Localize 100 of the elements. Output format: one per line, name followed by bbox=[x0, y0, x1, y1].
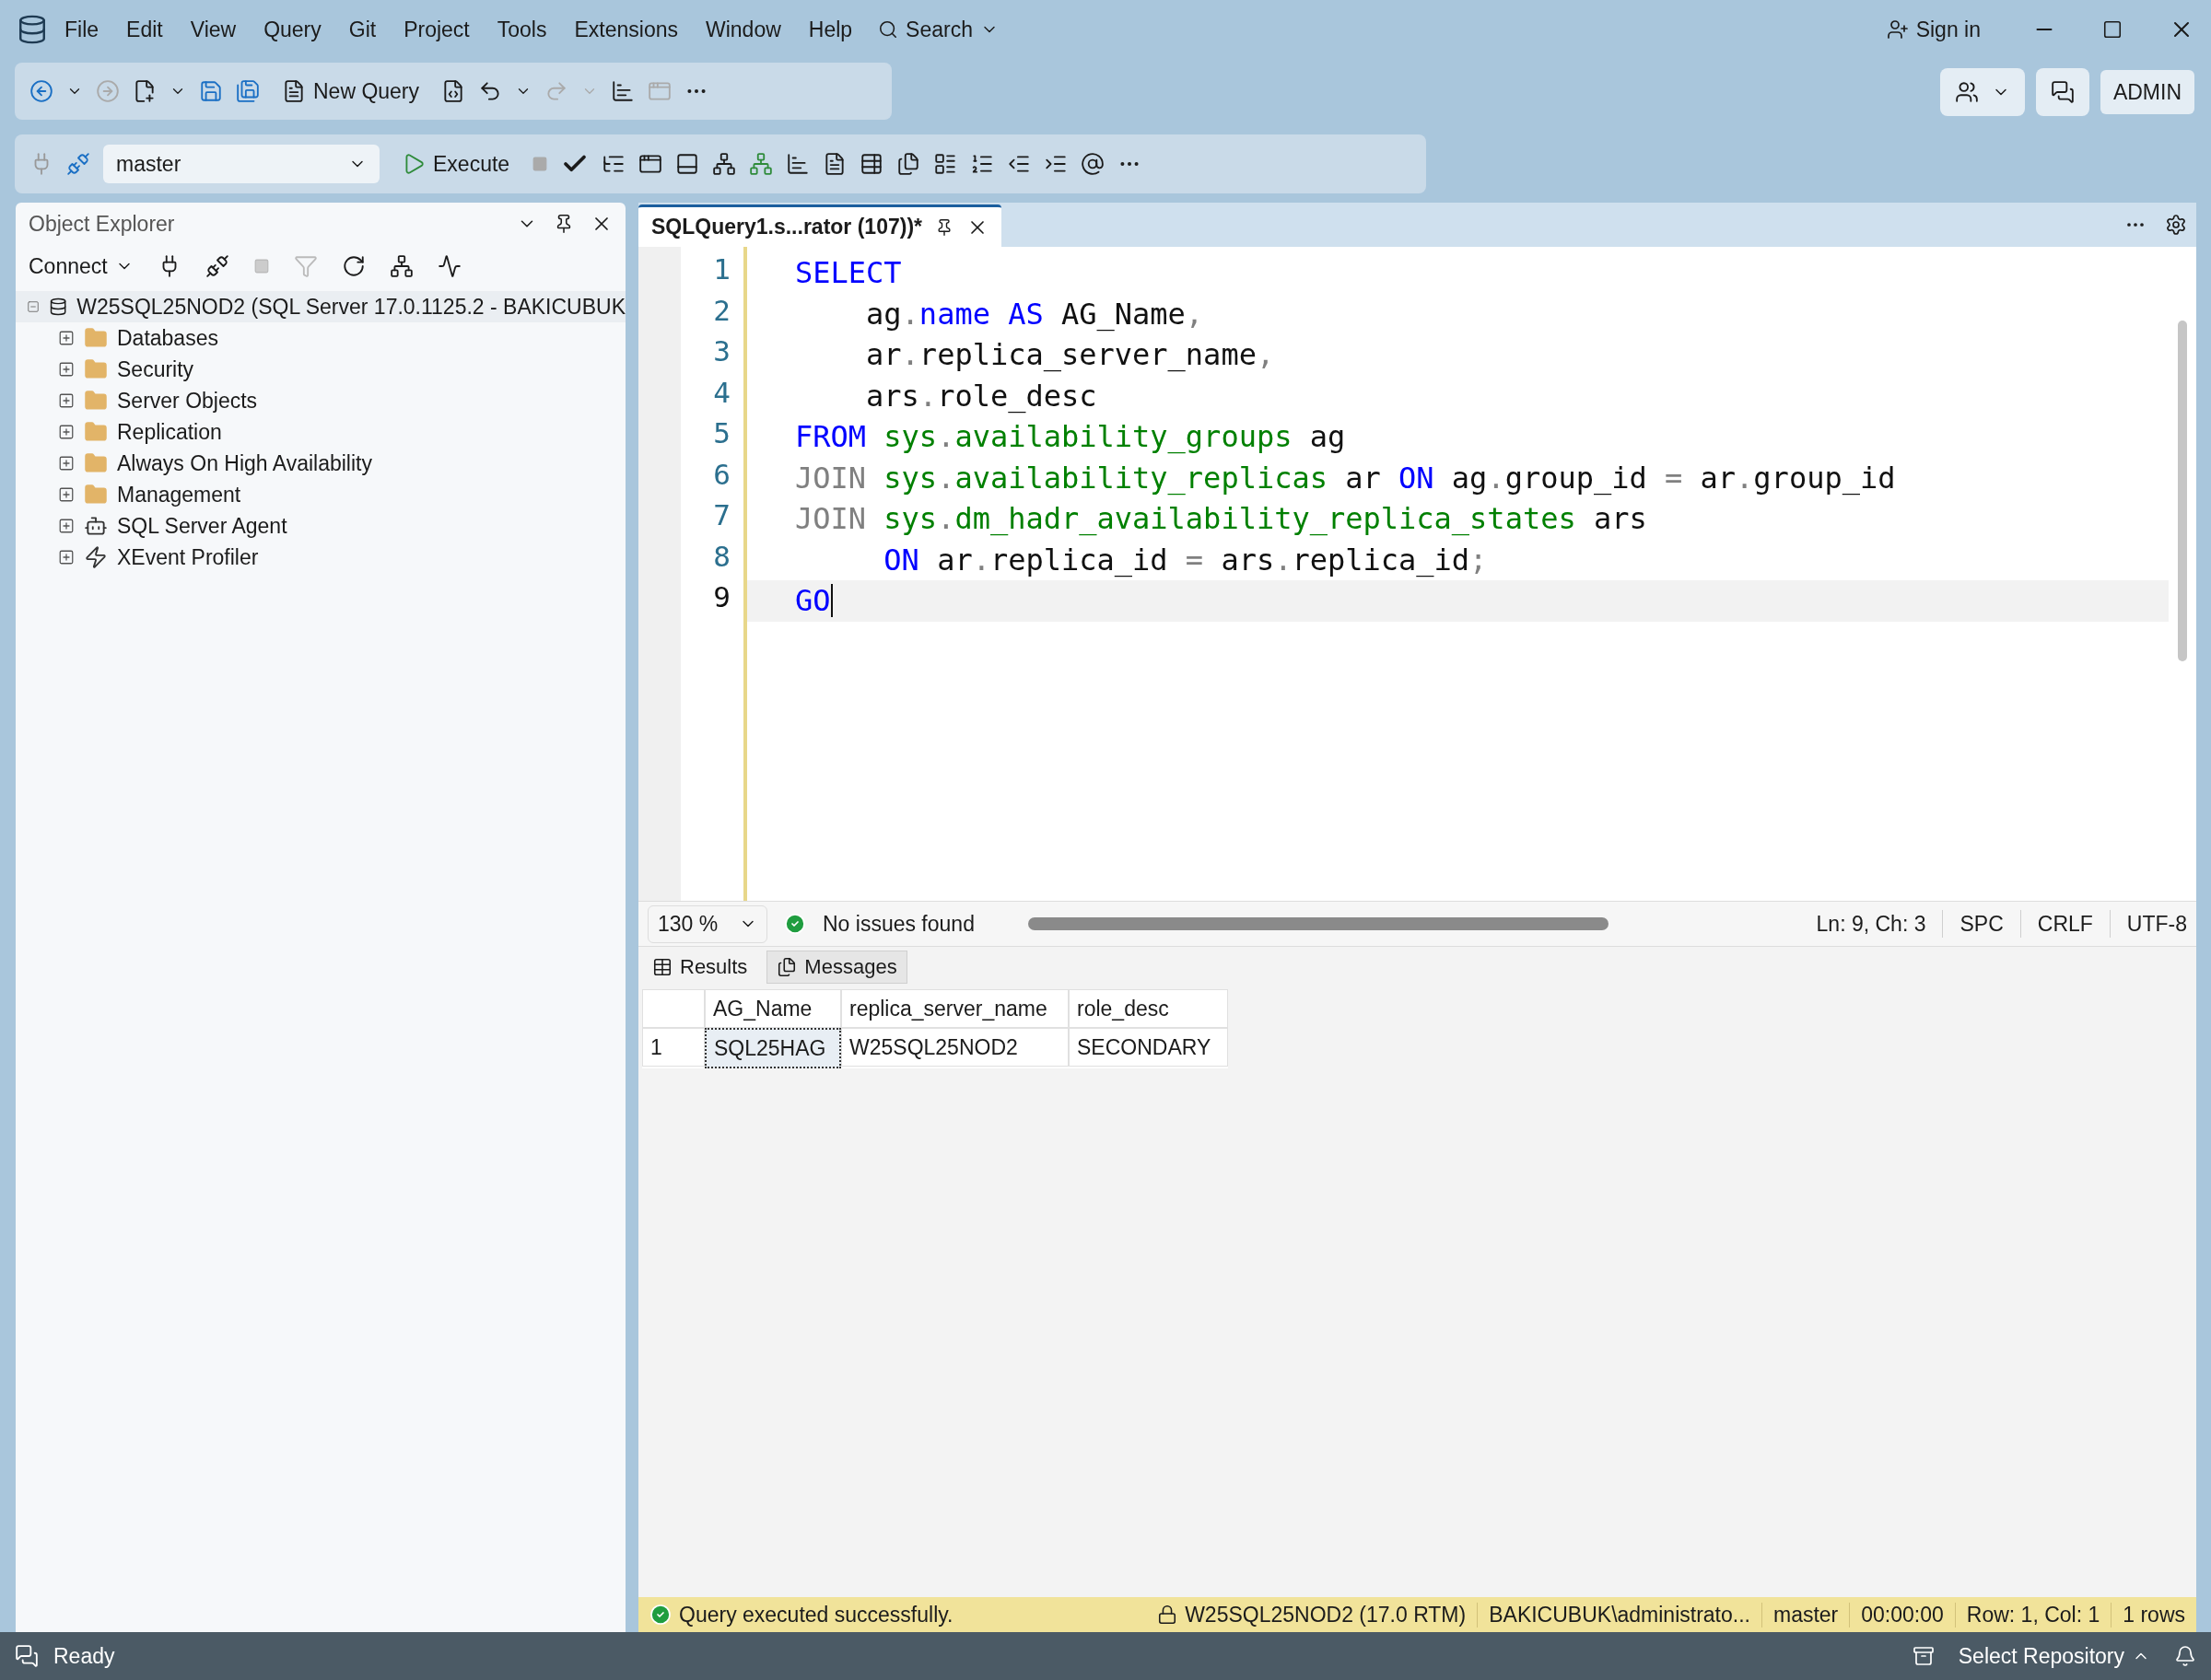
grid-icon bbox=[652, 957, 673, 977]
search-button[interactable]: Search bbox=[869, 11, 1008, 48]
expand-icon[interactable] bbox=[58, 486, 75, 503]
connect-button[interactable]: Connect bbox=[29, 253, 134, 279]
menu-item[interactable]: Edit bbox=[115, 11, 174, 48]
people-icon[interactable] bbox=[1954, 80, 1979, 104]
results-tab[interactable]: Messages bbox=[766, 951, 907, 984]
new-file-icon[interactable] bbox=[133, 79, 157, 103]
comment-icon[interactable] bbox=[933, 152, 958, 176]
server-info: W25SQL25NOD2 (17.0 RTM) bbox=[1146, 1602, 1478, 1628]
expand-icon[interactable] bbox=[58, 424, 75, 440]
new-query-button[interactable]: New Query bbox=[273, 73, 429, 110]
expand-icon[interactable] bbox=[58, 549, 75, 566]
menu-item[interactable]: Git bbox=[337, 11, 388, 48]
window-icon[interactable] bbox=[638, 152, 663, 176]
save-icon[interactable] bbox=[199, 79, 223, 103]
menu-item[interactable]: Tools bbox=[485, 11, 558, 48]
row-count: 1 rows bbox=[2111, 1602, 2196, 1628]
menu-item[interactable]: Query bbox=[252, 11, 333, 48]
row-number: 1 bbox=[642, 1028, 705, 1067]
login-info: BAKICUBUK\administrato... bbox=[1477, 1602, 1761, 1628]
feedback-icon[interactable] bbox=[2050, 80, 2075, 104]
folder-icon bbox=[84, 357, 108, 381]
results-pane-icon[interactable] bbox=[675, 152, 700, 176]
tree-item[interactable]: Always On High Availability bbox=[16, 448, 626, 479]
tree-item[interactable]: XEvent Profiler bbox=[16, 542, 626, 573]
cursor-position: Ln: 9, Ch: 3 bbox=[1816, 911, 1926, 937]
table-cell: W25SQL25NOD2 bbox=[841, 1028, 1069, 1067]
save-all-icon[interactable] bbox=[236, 79, 260, 103]
tree-item[interactable]: Security bbox=[16, 354, 626, 385]
maximize-icon[interactable] bbox=[2102, 19, 2123, 40]
app-logo-icon bbox=[17, 14, 48, 45]
select-repository-button[interactable]: Select Repository bbox=[1948, 1638, 2159, 1674]
code-line: SELECT bbox=[794, 254, 903, 293]
disconnect-icon[interactable] bbox=[205, 254, 229, 278]
menu-item[interactable]: Project bbox=[392, 11, 481, 48]
line-ending: CRLF bbox=[2037, 911, 2093, 937]
execute-button[interactable]: Execute bbox=[392, 146, 520, 182]
code-line: ON ar.replica_id = ars.replica_id; bbox=[883, 541, 1489, 579]
activity-icon[interactable] bbox=[437, 254, 462, 278]
line-number: 8 bbox=[712, 539, 731, 575]
repository-icon[interactable] bbox=[1912, 1645, 1935, 1667]
user-icon[interactable] bbox=[1886, 18, 1909, 41]
menu-item[interactable]: File bbox=[53, 11, 111, 48]
back-icon[interactable] bbox=[29, 79, 53, 103]
expand-icon[interactable] bbox=[58, 455, 75, 472]
file-results-icon[interactable] bbox=[896, 152, 921, 176]
tree-item[interactable]: Databases bbox=[16, 322, 626, 354]
expand-icon[interactable] bbox=[58, 361, 75, 378]
statistics-icon[interactable] bbox=[786, 152, 811, 176]
uncomment-icon[interactable] bbox=[970, 152, 995, 176]
code-line: FROM sys.availability_groups ag bbox=[794, 418, 1347, 457]
check-circle-icon bbox=[784, 913, 806, 935]
document-icon[interactable] bbox=[282, 79, 306, 103]
expand-icon[interactable] bbox=[58, 518, 75, 534]
diagram-icon[interactable] bbox=[389, 254, 414, 278]
grid-results-icon[interactable] bbox=[860, 152, 884, 176]
tree-item[interactable]: Management bbox=[16, 479, 626, 510]
expand-icon[interactable] bbox=[58, 330, 75, 346]
database-dropdown[interactable]: master bbox=[103, 145, 380, 183]
indent-mode: SPC bbox=[1959, 911, 2004, 937]
line-number: 2 bbox=[712, 293, 731, 329]
menu-item[interactable]: View bbox=[179, 11, 248, 48]
database-name: master bbox=[116, 151, 181, 177]
document-tab[interactable]: SQLQuery1.s...rator (107))* bbox=[638, 204, 1001, 247]
menu-item[interactable]: Extensions bbox=[563, 11, 689, 48]
folder-icon bbox=[84, 420, 108, 444]
menu-item[interactable]: Help bbox=[797, 11, 864, 48]
scrollbar-thumb[interactable] bbox=[2178, 321, 2187, 661]
tree-item[interactable]: SQL Server Agent bbox=[16, 510, 626, 542]
settings-icon[interactable] bbox=[2165, 214, 2187, 236]
code-line: JOIN sys.availability_replicas ar ON ag.group_id = ar.group_id bbox=[794, 459, 1897, 497]
tree-item[interactable]: W25SQL25NOD2 (SQL Server 17.0.1125.2 - BAKICUBUK bbox=[16, 291, 626, 322]
plan-icon[interactable] bbox=[712, 152, 737, 176]
folder-icon bbox=[84, 451, 108, 475]
tree-item[interactable]: Server Objects bbox=[16, 385, 626, 416]
sign-in-button[interactable]: Sign in bbox=[1877, 11, 1990, 48]
scrollbar-thumb[interactable] bbox=[1027, 917, 1609, 930]
elapsed-time: 00:00:00 bbox=[1849, 1602, 1955, 1628]
chart-icon[interactable] bbox=[611, 79, 636, 103]
folder-icon bbox=[84, 326, 108, 350]
menu-item[interactable]: Window bbox=[695, 11, 792, 48]
refresh-icon[interactable] bbox=[341, 254, 366, 278]
folder-icon bbox=[84, 389, 108, 413]
code-line: ar.replica_server_name, bbox=[865, 336, 1276, 375]
code-line: ars.role_desc bbox=[865, 377, 1098, 415]
column-header: replica_server_name bbox=[841, 989, 1069, 1028]
zoom-dropdown[interactable]: 130 % bbox=[648, 904, 767, 943]
search-icon[interactable] bbox=[878, 19, 899, 40]
code-line: ag.name AS AG_Name, bbox=[865, 295, 1205, 333]
expand-icon[interactable] bbox=[58, 392, 75, 409]
notification-icon[interactable] bbox=[2174, 1645, 2196, 1667]
collapse-icon[interactable] bbox=[27, 298, 41, 315]
table-cell: SQL25HAG bbox=[705, 1028, 841, 1068]
profiler-icon bbox=[84, 545, 108, 569]
tree-item[interactable]: Replication bbox=[16, 416, 626, 448]
account-button[interactable]: ADMIN bbox=[2100, 70, 2194, 114]
output-icon[interactable] bbox=[15, 1644, 39, 1668]
line-number: 3 bbox=[712, 334, 731, 369]
parameters-icon[interactable] bbox=[1081, 152, 1106, 176]
